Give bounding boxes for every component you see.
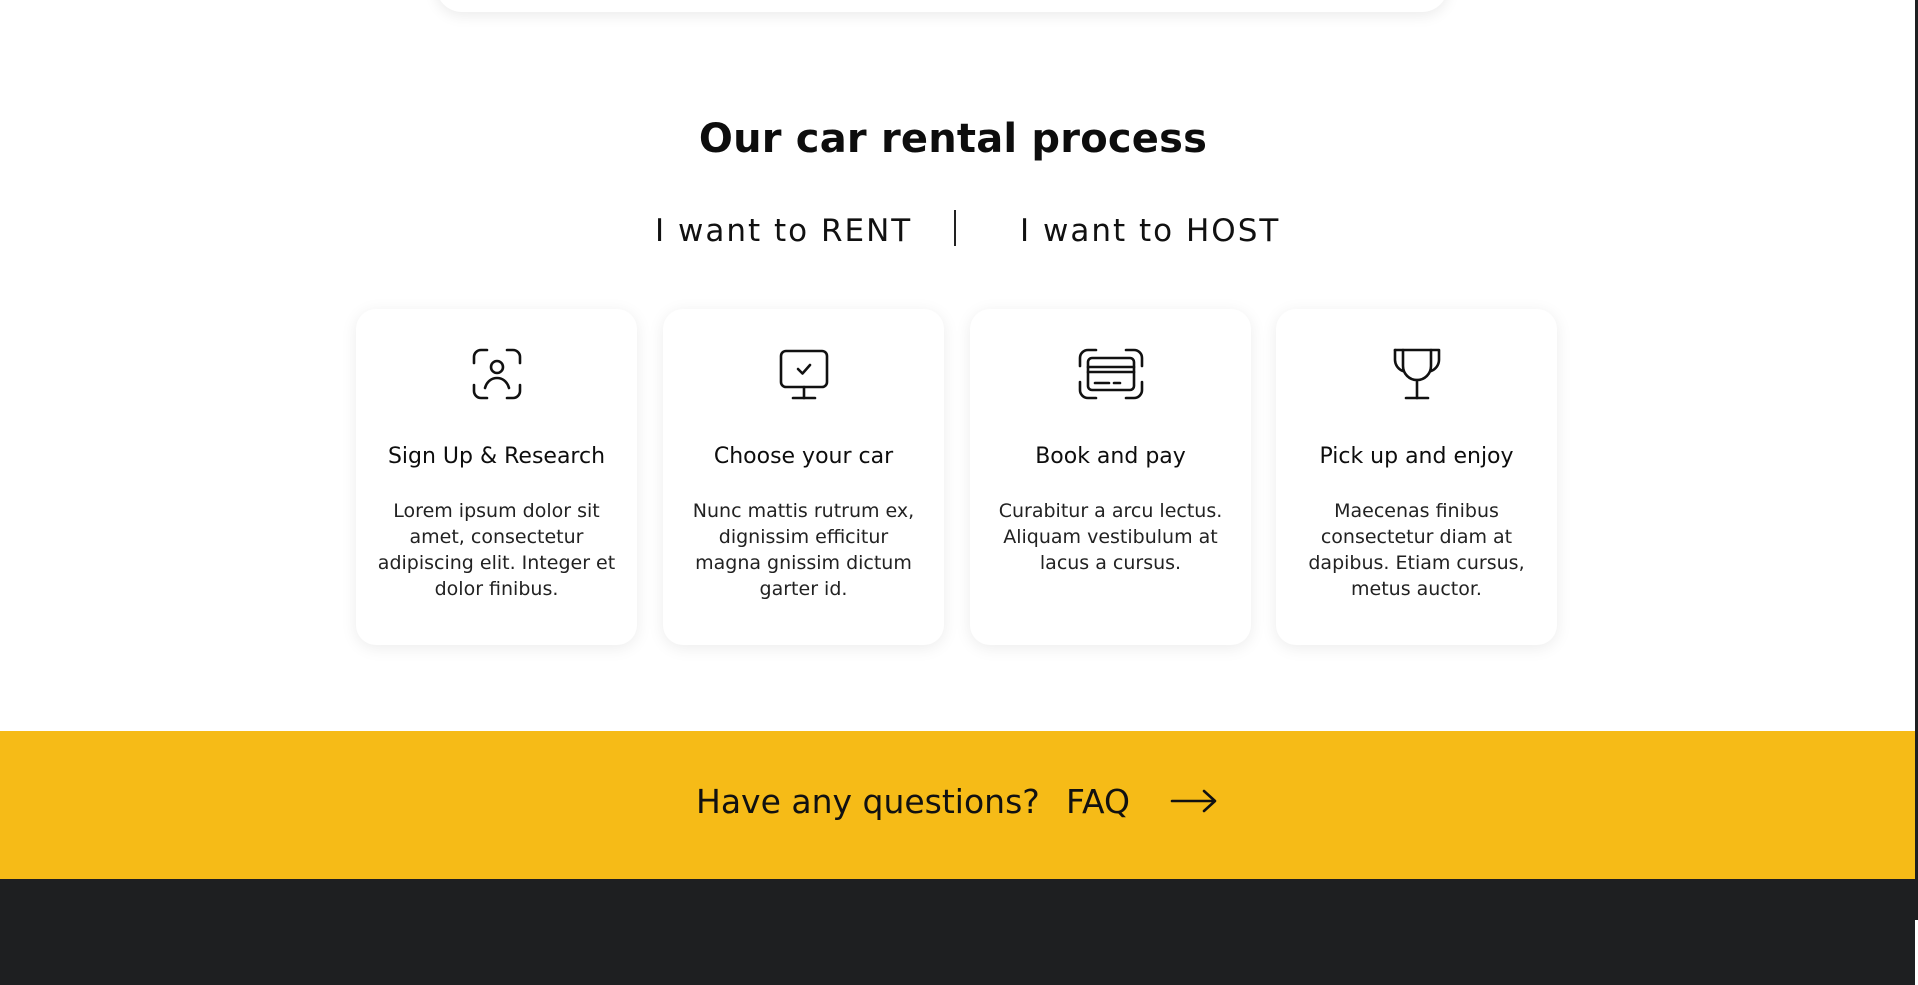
step-description: Curabitur a arcu lectus. Aliquam vestibu… [998,500,1223,574]
faq-banner: Have any questions? FAQ [0,731,1916,879]
toggle-divider [954,210,956,246]
step-card-choose: Choose your car Nunc mattis rutrum ex, d… [663,309,944,645]
step-card-signup: Sign Up & Research Lorem ipsum dolor sit… [356,309,637,645]
host-toggle-button[interactable]: I want to HOST [1020,213,1280,249]
rent-host-toggle: I want to RENT I want to HOST [0,205,1918,255]
step-description: Maecenas finibus consectetur diam at dap… [1308,500,1525,600]
faq-question-text: Have any questions? [696,782,1040,821]
rent-toggle-button[interactable]: I want to RENT [655,213,912,249]
step-title: Pick up and enjoy [1319,444,1514,469]
step-card-pickup: Pick up and enjoy Maecenas finibus conse… [1276,309,1557,645]
arrow-right-icon[interactable] [1170,788,1218,818]
card-scan-icon [970,346,1251,402]
trophy-icon [1276,346,1557,402]
page: Our car rental process I want to RENT I … [0,0,1918,985]
step-title: Choose your car [713,444,894,469]
section-title: Our car rental process [698,116,1208,162]
step-card-book: Book and pay Curabitur a arcu lectus. Al… [970,309,1251,645]
step-description: Nunc mattis rutrum ex, dignissim efficit… [692,500,915,600]
monitor-check-icon [663,346,944,402]
step-description: Lorem ipsum dolor sit amet, consectetur … [377,500,616,600]
faq-link[interactable]: FAQ [1066,782,1130,821]
step-title: Sign Up & Research [387,444,606,469]
footer [0,879,1918,985]
previous-section-card [436,0,1448,12]
step-title: Book and pay [1035,444,1186,469]
user-scan-icon [356,346,637,402]
